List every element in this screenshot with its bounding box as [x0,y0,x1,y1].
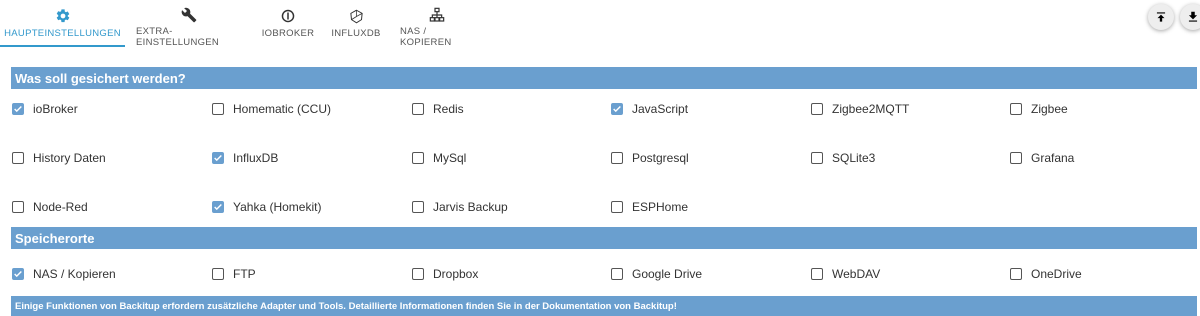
option-onedrive[interactable]: OneDrive [1010,266,1082,282]
checkbox[interactable] [1010,268,1022,280]
influxdb-icon [347,7,365,25]
option-label: NAS / Kopieren [33,267,116,281]
checkbox[interactable] [811,152,823,164]
option-google-drive[interactable]: Google Drive [611,266,702,282]
upload-icon [1154,10,1168,24]
checkbox[interactable] [212,152,224,164]
option-sqlite3[interactable]: SQLite3 [811,150,875,166]
download-button[interactable] [1180,4,1200,30]
upload-button[interactable] [1148,4,1174,30]
option-zigbee[interactable]: Zigbee [1010,101,1068,117]
checkbox[interactable] [1010,103,1022,115]
option-label: History Daten [33,151,106,165]
option-dropbox[interactable]: Dropbox [412,266,478,282]
checkbox[interactable] [412,152,424,164]
option-label: InfluxDB [233,151,279,165]
checkbox[interactable] [611,268,623,280]
option-label: Jarvis Backup [433,200,508,214]
option-history[interactable]: History Daten [12,150,106,166]
option-javascript[interactable]: JavaScript [611,101,688,117]
checkbox[interactable] [611,152,623,164]
option-label: SQLite3 [832,151,876,165]
option-label: Node-Red [33,200,88,214]
options-row: NAS / Kopieren FTP Dropbox Google Drive … [12,266,1200,296]
option-jarvis[interactable]: Jarvis Backup [412,199,508,215]
checkbox[interactable] [12,103,24,115]
option-label: Google Drive [632,267,703,281]
options-row: ioBroker Homematic (CCU) Redis JavaScrip… [12,101,1200,150]
wrench-icon [180,7,198,23]
checkbox[interactable] [412,201,424,213]
tab-label: IOBROKER [261,28,315,39]
option-label: ESPHome [632,200,689,214]
checkbox[interactable] [412,268,424,280]
tab-label: EXTRA-EINSTELLUNGEN [136,26,220,48]
tab-bar: HAUPTEINSTELLUNGEN EXTRA-EINSTELLUNGEN I… [0,0,485,48]
option-label: MySql [433,151,467,165]
option-label: Grafana [1031,151,1075,165]
option-influxdb[interactable]: InfluxDB [212,150,278,166]
option-grafana[interactable]: Grafana [1010,150,1074,166]
option-label: Redis [433,102,464,116]
section-title: Was soll gesichert werden? [15,70,186,86]
option-ftp[interactable]: FTP [212,266,256,282]
section-header-storage: Speicherorte [11,227,1197,249]
option-label: Zigbee [1031,102,1068,116]
option-label: JavaScript [632,102,689,116]
checkbox[interactable] [212,201,224,213]
checkbox[interactable] [811,268,823,280]
network-icon [428,7,446,23]
option-iobroker[interactable]: ioBroker [12,101,78,117]
tab-extra-einstellungen[interactable]: EXTRA-EINSTELLUNGEN [125,0,253,48]
backup-options-grid: ioBroker Homematic (CCU) Redis JavaScrip… [12,101,1200,248]
tab-label: HAUPTEINSTELLUNGEN [4,28,121,39]
checkbox[interactable] [412,103,424,115]
checkbox[interactable] [12,152,24,164]
option-webdav[interactable]: WebDAV [811,266,880,282]
tab-haupteinstellungen[interactable]: HAUPTEINSTELLUNGEN [0,0,125,48]
checkbox[interactable] [811,103,823,115]
checkbox[interactable] [611,103,623,115]
checkbox[interactable] [12,201,24,213]
storage-options-grid: NAS / Kopieren FTP Dropbox Google Drive … [12,266,1200,296]
gear-icon [54,7,72,25]
checkbox[interactable] [212,103,224,115]
iobroker-icon [279,7,297,25]
option-node-red[interactable]: Node-Red [12,199,88,215]
option-label: FTP [233,267,256,281]
option-esphome[interactable]: ESPHome [611,199,688,215]
active-tab-indicator [0,45,125,47]
option-label: Yahka (Homekit) [233,200,322,214]
checkbox[interactable] [212,268,224,280]
info-banner: Einige Funktionen von Backitup erfordern… [11,296,1197,316]
option-label: Homematic (CCU) [233,102,332,116]
tab-label: NAS / KOPIEREN [400,26,452,48]
option-zigbee2mqtt[interactable]: Zigbee2MQTT [811,101,909,117]
tab-influxdb[interactable]: INFLUXDB [323,0,389,48]
option-label: ioBroker [33,102,78,116]
option-label: Zigbee2MQTT [832,102,910,116]
checkbox[interactable] [12,268,24,280]
checkbox[interactable] [611,201,623,213]
tab-label: INFLUXDB [331,28,381,39]
info-banner-text: Einige Funktionen von Backitup erfordern… [15,300,677,312]
tab-nas-kopieren[interactable]: NAS / KOPIEREN [389,0,485,48]
option-nas[interactable]: NAS / Kopieren [12,266,116,282]
option-mysql[interactable]: MySql [412,150,466,166]
option-yahka[interactable]: Yahka (Homekit) [212,199,321,215]
option-redis[interactable]: Redis [412,101,464,117]
download-icon [1186,10,1200,24]
option-homematic[interactable]: Homematic (CCU) [212,101,331,117]
option-label: Dropbox [433,267,479,281]
checkbox[interactable] [1010,152,1022,164]
option-label: Postgresql [632,151,689,165]
option-label: WebDAV [832,267,881,281]
section-header-backup: Was soll gesichert werden? [11,67,1197,89]
tab-iobroker[interactable]: IOBROKER [253,0,323,48]
section-title: Speicherorte [15,230,95,246]
option-postgresql[interactable]: Postgresql [611,150,689,166]
options-row: History Daten InfluxDB MySql Postgresql … [12,150,1200,199]
option-label: OneDrive [1031,267,1082,281]
